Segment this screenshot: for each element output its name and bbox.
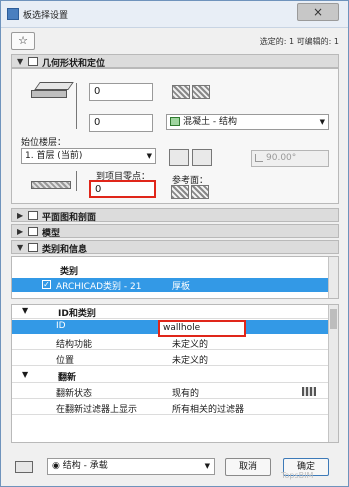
row-name: 位置 [56,356,75,366]
collapse-triangle-icon: ▼ [22,306,29,315]
edge-angle-field[interactable]: 90.00° [251,150,329,167]
table-row[interactable]: 位置 未定义的 [12,352,328,366]
toolbar: ☆ 选定的: 1 可编辑的: 1 [11,32,339,50]
app-icon [7,8,19,20]
layer-value: 结构 - 承载 [62,461,108,471]
slab-thickness-icon [31,82,74,100]
thickness-input[interactable]: 0 [89,83,153,101]
id-group-header: ID和类别 [58,309,96,319]
chevron-down-icon: ▼ [319,118,325,126]
layer-dropdown[interactable]: ◉ 结构 - 承载 ▼ [47,458,215,475]
edge-angle-value: 90.00° [266,153,297,163]
row-name: ID [56,321,66,331]
row-value: 现有的 [172,389,200,399]
angle-icon [255,154,263,162]
collapse-triangle-icon: ▼ [17,243,24,252]
section-model-label: 模型 [42,229,61,239]
section-floor-plan-header[interactable]: ▶ 平面图和剖面 [11,208,339,223]
row-value: 所有相关的过滤器 [172,405,245,415]
material-value: 混凝土 - 结构 [183,117,237,127]
row-value: 未定义的 [172,356,209,366]
table-row[interactable]: 结构功能 未定义的 [12,336,328,350]
window-title: 板选择设置 [23,11,69,21]
floor-plan-icon [28,211,38,220]
material-icon [170,117,180,126]
renovation-group-row[interactable]: ▼ 翻新 [12,369,328,383]
geometry-icon [28,57,38,66]
checkbox-icon[interactable]: ✓ [42,280,51,289]
section-model-header[interactable]: ▶ 模型 [11,224,339,239]
top-surface-icon[interactable] [172,85,190,99]
home-story-value: 1. 首层 (当前) [25,151,83,161]
selection-info: 选定的: 1 可编辑的: 1 [259,37,339,46]
id-group-row[interactable]: ▼ ID和类别 [12,305,328,319]
renovation-header: 翻新 [58,373,77,383]
row-value: 未定义的 [172,340,209,350]
expand-triangle-icon: ▶ [17,211,24,220]
collapse-triangle-icon: ▼ [22,370,29,379]
row-name: 翻新状态 [56,389,93,399]
building-material-dropdown[interactable]: 混凝土 - 结构 ▼ [166,114,329,130]
home-story-dropdown[interactable]: 1. 首层 (当前) ▼ [21,148,156,164]
category-header-row: 类别 [12,263,328,277]
category-name: ARCHICAD类别 - 21 [56,282,142,292]
section-geometry-header[interactable]: ▼ 几何形状和定位 [11,54,339,69]
eye-icon: ◉ [52,461,63,471]
id-value-field[interactable]: wallhole [158,320,246,337]
info-icon [28,243,38,252]
reference-bottom-icon[interactable] [191,185,209,199]
section-classification-header[interactable]: ▼ 类别和信息 [11,240,339,255]
title-bar: 板选择设置 × [1,1,348,28]
cancel-button[interactable]: 取消 [225,458,271,476]
row-name: 结构功能 [56,340,93,350]
offset-input[interactable]: 0 [89,114,153,132]
scrollbar-thumb[interactable] [330,309,337,329]
layer-icon [15,461,33,473]
close-button[interactable]: × [297,3,339,21]
category-row[interactable]: ✓ ARCHICAD类别 - 21 厚板 [12,278,328,292]
renovation-filter-icon[interactable] [302,387,316,396]
to-project-zero-input[interactable]: 0 [89,180,156,198]
bottom-surface-icon[interactable] [192,85,210,99]
table-row[interactable]: 在翻新过滤器上显示 所有相关的过滤器 [12,401,328,415]
edge-angle-icon[interactable] [192,149,212,166]
category-table: 类别 ✓ ARCHICAD类别 - 21 厚板 [11,256,339,299]
row-name: 在翻新过滤器上显示 [56,405,138,415]
reference-top-icon[interactable] [171,185,189,199]
home-story-label: 始位楼层： [21,138,67,148]
zero-dimension-line [76,171,77,191]
chevron-down-icon: ▼ [146,152,152,160]
properties-scrollbar[interactable] [328,305,338,442]
section-floor-plan-label: 平面图和剖面 [42,213,97,223]
slab-edge-icon[interactable] [169,149,189,166]
watermark: TopsBIM [281,471,314,480]
project-zero-icon [31,181,71,189]
chevron-down-icon: ▼ [204,462,210,470]
category-scrollbar[interactable] [328,257,338,298]
collapse-triangle-icon: ▼ [17,57,24,66]
dimension-line [76,83,77,101]
section-classification-label: 类别和信息 [42,245,88,255]
offset-dimension-line [76,101,77,129]
table-row[interactable]: 翻新状态 现有的 [12,385,328,399]
settings-dialog: 板选择设置 × ☆ 选定的: 1 可编辑的: 1 ▼ 几何形状和定位 0 0 混… [0,0,349,487]
expand-triangle-icon: ▶ [17,227,24,236]
favorites-button[interactable]: ☆ [11,32,35,50]
category-header: 类别 [60,267,79,277]
model-icon [28,227,38,236]
category-value: 厚板 [172,282,191,292]
